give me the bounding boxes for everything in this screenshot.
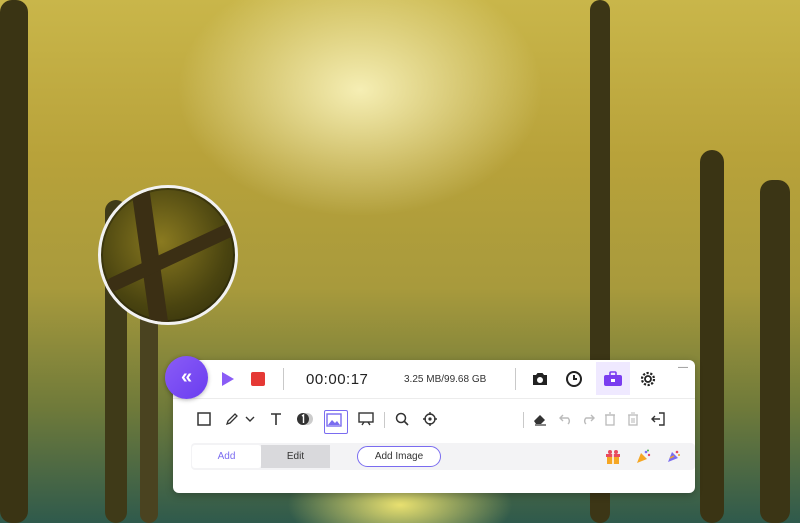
party-popper-sticker-icon[interactable] <box>633 447 653 467</box>
pen-icon[interactable] <box>223 410 241 428</box>
storage-info: 3.25 MB/99.68 GB <box>404 374 487 385</box>
magnified-branch <box>105 216 235 294</box>
magnifier-lens <box>98 185 238 325</box>
chevron-down-icon[interactable] <box>243 410 257 428</box>
rectangle-icon[interactable] <box>195 410 213 428</box>
redo-icon[interactable] <box>580 410 596 428</box>
zoom-icon[interactable] <box>393 410 411 428</box>
tree-trunk <box>140 300 158 523</box>
divider <box>283 368 284 390</box>
play-icon[interactable] <box>217 369 239 389</box>
whiteboard-icon[interactable] <box>356 410 376 428</box>
clear-icon[interactable] <box>602 410 618 428</box>
tab-edit[interactable]: Edit <box>261 445 330 468</box>
tree-trunk <box>700 150 724 523</box>
undo-icon[interactable] <box>558 410 574 428</box>
tab-add[interactable]: Add <box>192 445 261 468</box>
tree-trunk <box>0 0 28 523</box>
toolbox-icon[interactable] <box>600 368 626 390</box>
image-tool-selected-frame <box>324 410 348 434</box>
numbered-step-icon[interactable] <box>295 410 315 428</box>
spotlight-icon[interactable] <box>421 410 439 428</box>
double-chevron-left-icon: « <box>180 366 193 388</box>
gift-sticker-icon[interactable] <box>603 447 623 467</box>
add-image-button[interactable]: Add Image <box>357 446 441 467</box>
confetti-sticker-icon[interactable] <box>663 447 683 467</box>
stop-icon[interactable] <box>247 369 269 389</box>
camera-icon[interactable] <box>528 368 552 390</box>
divider <box>523 412 524 428</box>
divider <box>515 368 516 390</box>
eraser-icon[interactable] <box>531 410 549 428</box>
trash-icon[interactable] <box>625 410 641 428</box>
minimize-button[interactable]: — <box>676 363 690 374</box>
tab-strip: Add Edit Add Image <box>191 443 695 470</box>
recording-timer: 00:00:17 <box>306 371 369 388</box>
gear-icon[interactable] <box>636 368 660 390</box>
clock-icon[interactable] <box>562 368 586 390</box>
image-options-row: Add Edit Add Image <box>191 443 695 470</box>
divider <box>384 412 385 428</box>
annotation-toolbar <box>173 405 695 435</box>
exit-icon[interactable] <box>649 410 667 428</box>
tree-trunk <box>760 180 790 523</box>
collapse-button[interactable]: « <box>165 356 208 399</box>
text-icon[interactable] <box>267 410 285 428</box>
